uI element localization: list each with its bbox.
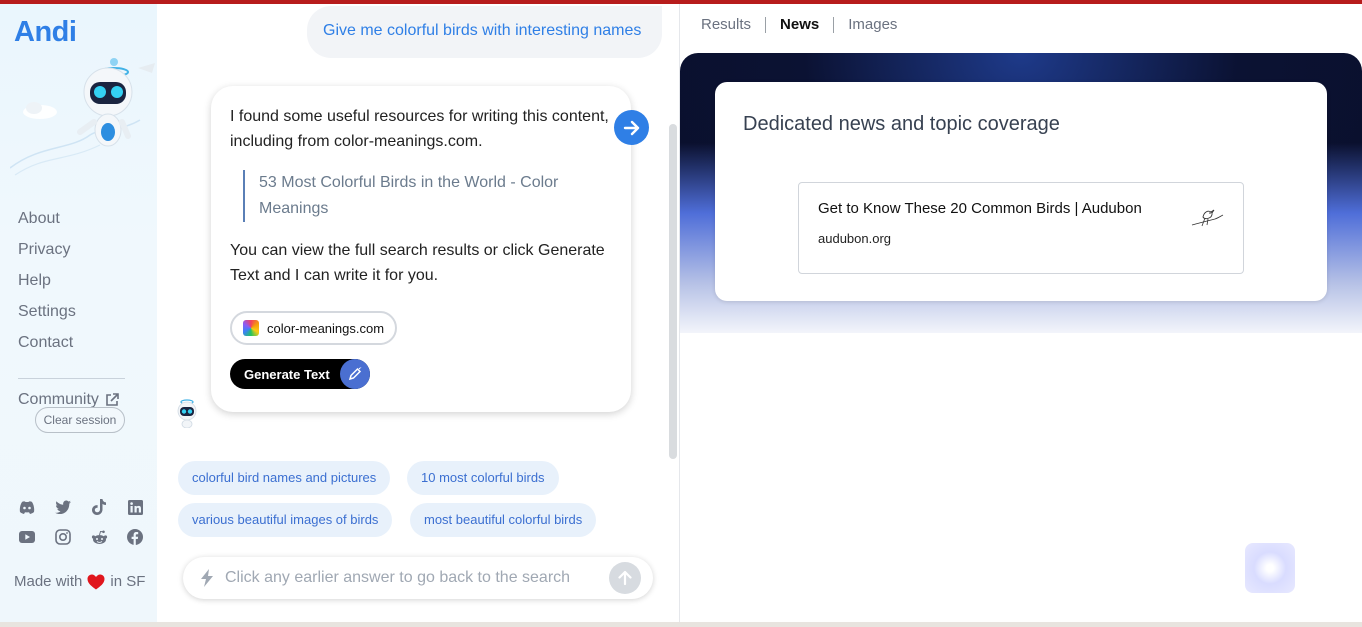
- social-links: [17, 498, 149, 546]
- nav-contact[interactable]: Contact: [18, 330, 76, 361]
- robot-mascot: [10, 58, 155, 176]
- suggestion-chip[interactable]: 10 most colorful birds: [407, 461, 559, 495]
- tab-separator: [765, 16, 767, 33]
- next-arrow-button[interactable]: [614, 110, 649, 145]
- facebook-icon[interactable]: [125, 528, 145, 546]
- nav-about[interactable]: About: [18, 206, 76, 237]
- tiktok-icon[interactable]: [89, 498, 109, 516]
- lightning-icon: [201, 569, 213, 587]
- app-logo[interactable]: Andi: [14, 16, 77, 49]
- tab-separator: [833, 16, 835, 33]
- bird-sketch-icon: [1191, 209, 1224, 227]
- news-article-card[interactable]: Get to Know These 20 Common Birds | Audu…: [798, 182, 1244, 274]
- reddit-icon[interactable]: [89, 528, 109, 546]
- search-input[interactable]: [225, 569, 609, 587]
- chat-panel: Give me colorful birds with interesting …: [157, 4, 680, 627]
- discord-icon[interactable]: [17, 498, 37, 516]
- tab-images[interactable]: Images: [848, 16, 897, 33]
- answer-outro: You can view the full search results or …: [230, 242, 605, 284]
- assistant-orb-button[interactable]: [1245, 543, 1295, 593]
- tab-news[interactable]: News: [780, 16, 819, 33]
- answer-intro: I found some useful resources for writin…: [230, 108, 609, 150]
- linkedin-icon[interactable]: [125, 498, 145, 516]
- heart-icon: [87, 574, 105, 589]
- tab-results[interactable]: Results: [701, 16, 751, 33]
- article-source: audubon.org: [818, 231, 892, 246]
- twitter-icon[interactable]: [53, 498, 73, 516]
- sidebar: Andi About Privacy Help Settings Contact…: [0, 4, 157, 627]
- nav-privacy[interactable]: Privacy: [18, 237, 76, 268]
- external-link-icon: [106, 393, 119, 406]
- article-title[interactable]: Get to Know These 20 Common Birds | Audu…: [818, 200, 1142, 217]
- suggestion-chip[interactable]: various beautiful images of birds: [178, 503, 393, 537]
- arrow-right-icon: [623, 120, 639, 135]
- pencil-icon: [339, 359, 370, 389]
- news-card: Dedicated news and topic coverage Get to…: [715, 82, 1327, 301]
- source-quote-link[interactable]: 53 Most Colorful Birds in the World - Co…: [243, 170, 613, 222]
- suggestion-chip[interactable]: colorful bird names and pictures: [178, 461, 391, 495]
- generate-text-button[interactable]: Generate Text: [230, 359, 370, 389]
- source-chip-label: color-meanings.com: [267, 320, 385, 336]
- bottom-strip: [0, 622, 1362, 627]
- nav-settings[interactable]: Settings: [18, 299, 76, 330]
- youtube-icon[interactable]: [17, 528, 37, 546]
- user-query-bubble[interactable]: Give me colorful birds with interesting …: [307, 6, 662, 58]
- clear-session-button[interactable]: Clear session: [35, 407, 125, 433]
- generate-text-label: Generate Text: [244, 366, 330, 382]
- assistant-avatar-icon: [177, 399, 197, 428]
- made-with-love: Made with in SF: [14, 573, 145, 590]
- answer-card[interactable]: I found some useful resources for writin…: [211, 86, 631, 412]
- chat-scrollbar[interactable]: [669, 124, 677, 459]
- made-with-prefix: Made with: [14, 573, 83, 590]
- send-button[interactable]: [609, 562, 641, 594]
- search-bar: [183, 557, 653, 599]
- sidebar-nav: About Privacy Help Settings Contact: [18, 206, 76, 361]
- suggestion-chip[interactable]: most beautiful colorful birds: [410, 503, 597, 537]
- color-meanings-favicon-icon: [243, 320, 259, 336]
- sidebar-divider: [18, 378, 125, 379]
- news-heading: Dedicated news and topic coverage: [743, 113, 1060, 135]
- nav-help[interactable]: Help: [18, 268, 76, 299]
- arrow-up-icon: [618, 570, 632, 586]
- result-tabs: Results News Images: [701, 16, 897, 33]
- instagram-icon[interactable]: [53, 528, 73, 546]
- source-chip[interactable]: color-meanings.com: [230, 311, 398, 345]
- made-with-suffix: in SF: [110, 573, 146, 590]
